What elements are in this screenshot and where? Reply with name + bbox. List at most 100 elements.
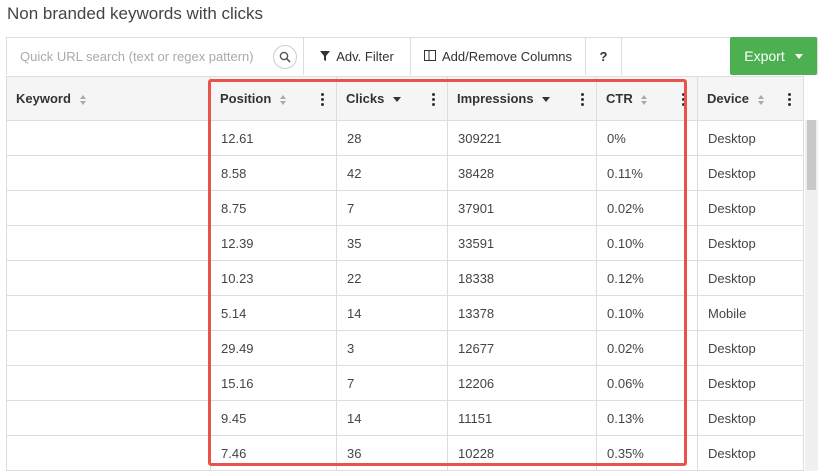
sort-desc-icon[interactable] bbox=[392, 97, 401, 103]
cell-position: 8.58 bbox=[210, 155, 337, 191]
help-button[interactable]: ? bbox=[586, 38, 622, 75]
export-button[interactable]: Export bbox=[730, 37, 817, 75]
search-input[interactable]: Quick URL search (text or regex pattern) bbox=[7, 38, 304, 75]
cell-clicks: 42 bbox=[336, 155, 448, 191]
cell-device: Desktop bbox=[697, 435, 804, 471]
cell-impressions: 37901 bbox=[447, 190, 597, 226]
cell-impressions: 38428 bbox=[447, 155, 597, 191]
table-row[interactable]: 9.45 14 11151 0.13% Desktop bbox=[6, 400, 804, 436]
column-header-label: Impressions bbox=[457, 91, 534, 106]
column-header-position[interactable]: Position bbox=[210, 76, 337, 121]
cell-device: Desktop bbox=[697, 330, 804, 366]
cell-impressions: 10228 bbox=[447, 435, 597, 471]
cell-position: 12.61 bbox=[210, 120, 337, 156]
column-header-label: Clicks bbox=[346, 91, 385, 106]
cell-clicks: 35 bbox=[336, 225, 448, 261]
column-menu-icon[interactable] bbox=[432, 93, 435, 108]
chevron-down-icon bbox=[794, 53, 803, 59]
table-row[interactable]: 12.61 28 309221 0% Desktop bbox=[6, 120, 804, 156]
sort-icon[interactable] bbox=[79, 94, 87, 105]
sort-icon[interactable] bbox=[279, 94, 287, 105]
sort-icon[interactable] bbox=[757, 94, 765, 105]
page-title: Non branded keywords with clicks bbox=[7, 4, 264, 23]
column-header-label: Position bbox=[220, 91, 272, 106]
column-header-ctr[interactable]: CTR bbox=[596, 76, 698, 121]
cell-position: 15.16 bbox=[210, 365, 337, 401]
column-header-keyword[interactable]: Keyword bbox=[6, 76, 211, 121]
cell-keyword bbox=[6, 295, 211, 331]
column-menu-icon[interactable] bbox=[682, 93, 685, 108]
cell-ctr: 0.02% bbox=[596, 330, 698, 366]
cell-position: 8.75 bbox=[210, 190, 337, 226]
cell-impressions: 309221 bbox=[447, 120, 597, 156]
cell-keyword bbox=[6, 400, 211, 436]
table-row[interactable]: 29.49 3 12677 0.02% Desktop bbox=[6, 330, 804, 366]
keywords-table: Keyword Position Clicks Impressions CTR bbox=[6, 76, 804, 471]
toolbar: Quick URL search (text or regex pattern)… bbox=[6, 37, 818, 75]
cell-device: Desktop bbox=[697, 260, 804, 296]
column-header-clicks[interactable]: Clicks bbox=[336, 76, 448, 121]
cell-position: 12.39 bbox=[210, 225, 337, 261]
cell-device: Desktop bbox=[697, 365, 804, 401]
table-row[interactable]: 8.75 7 37901 0.02% Desktop bbox=[6, 190, 804, 226]
column-menu-icon[interactable] bbox=[321, 93, 324, 108]
cell-device: Desktop bbox=[697, 155, 804, 191]
table-row[interactable]: 15.16 7 12206 0.06% Desktop bbox=[6, 365, 804, 401]
adv-filter-button[interactable]: Adv. Filter bbox=[304, 38, 411, 75]
cell-clicks: 3 bbox=[336, 330, 448, 366]
cell-impressions: 12206 bbox=[447, 365, 597, 401]
cell-keyword bbox=[6, 260, 211, 296]
column-header-label: Keyword bbox=[16, 91, 71, 106]
search-placeholder: Quick URL search (text or regex pattern) bbox=[20, 49, 254, 64]
cell-keyword bbox=[6, 155, 211, 191]
column-menu-icon[interactable] bbox=[581, 93, 584, 108]
sort-icon[interactable] bbox=[641, 94, 648, 105]
vertical-scrollbar[interactable] bbox=[805, 120, 818, 471]
columns-icon bbox=[423, 49, 436, 64]
cell-keyword bbox=[6, 435, 211, 471]
cell-position: 29.49 bbox=[210, 330, 337, 366]
filter-icon bbox=[320, 49, 331, 64]
table-row[interactable]: 10.23 22 18338 0.12% Desktop bbox=[6, 260, 804, 296]
cell-keyword bbox=[6, 225, 211, 261]
table-row[interactable]: 12.39 35 33591 0.10% Desktop bbox=[6, 225, 804, 261]
cell-impressions: 11151 bbox=[447, 400, 597, 436]
cell-impressions: 33591 bbox=[447, 225, 597, 261]
cell-position: 7.46 bbox=[210, 435, 337, 471]
cell-keyword bbox=[6, 365, 211, 401]
cell-device: Desktop bbox=[697, 225, 804, 261]
column-header-device[interactable]: Device bbox=[697, 76, 804, 121]
column-header-label: CTR bbox=[606, 91, 633, 106]
table-header-row: Keyword Position Clicks Impressions CTR bbox=[6, 76, 804, 121]
cell-clicks: 22 bbox=[336, 260, 448, 296]
scrollbar-thumb[interactable] bbox=[807, 120, 816, 190]
cell-position: 5.14 bbox=[210, 295, 337, 331]
column-header-label: Device bbox=[707, 91, 749, 106]
table-row[interactable]: 7.46 36 10228 0.35% Desktop bbox=[6, 435, 804, 471]
cell-keyword bbox=[6, 120, 211, 156]
cell-impressions: 12677 bbox=[447, 330, 597, 366]
export-label: Export bbox=[744, 48, 785, 64]
cell-impressions: 13378 bbox=[447, 295, 597, 331]
column-header-impressions[interactable]: Impressions bbox=[447, 76, 597, 121]
add-remove-columns-button[interactable]: Add/Remove Columns bbox=[411, 38, 586, 75]
table-row[interactable]: 5.14 14 13378 0.10% Mobile bbox=[6, 295, 804, 331]
cell-position: 9.45 bbox=[210, 400, 337, 436]
cell-ctr: 0.06% bbox=[596, 365, 698, 401]
cell-keyword bbox=[6, 190, 211, 226]
column-menu-icon[interactable] bbox=[788, 93, 791, 108]
search-icon[interactable] bbox=[273, 45, 297, 69]
cell-ctr: 0.10% bbox=[596, 295, 698, 331]
cell-clicks: 7 bbox=[336, 365, 448, 401]
cell-clicks: 7 bbox=[336, 190, 448, 226]
adv-filter-label: Adv. Filter bbox=[336, 49, 394, 64]
cell-device: Mobile bbox=[697, 295, 804, 331]
cell-keyword bbox=[6, 330, 211, 366]
add-remove-columns-label: Add/Remove Columns bbox=[441, 49, 573, 64]
table-row[interactable]: 8.58 42 38428 0.11% Desktop bbox=[6, 155, 804, 191]
cell-device: Desktop bbox=[697, 120, 804, 156]
cell-device: Desktop bbox=[697, 400, 804, 436]
cell-device: Desktop bbox=[697, 190, 804, 226]
sort-desc-icon[interactable] bbox=[542, 97, 551, 103]
cell-clicks: 36 bbox=[336, 435, 448, 471]
